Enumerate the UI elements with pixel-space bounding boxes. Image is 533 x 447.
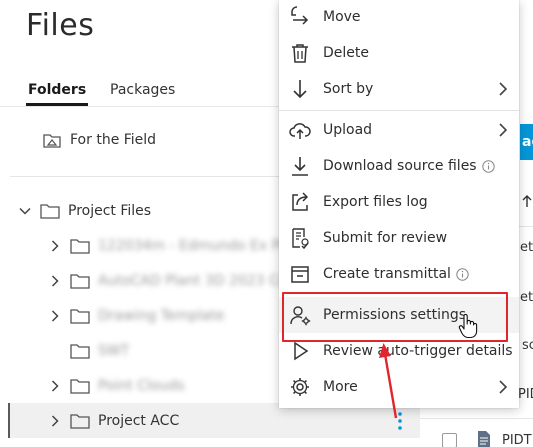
chevron-right-icon [499,82,508,96]
document-icon [478,431,490,447]
column-fragment: etr [520,290,533,305]
tree-item-label: Project ACC [98,412,180,429]
export-icon [292,192,309,211]
menu-item-label: Download source files [323,158,477,174]
chevron-right-icon [499,123,508,137]
page-title: Files [26,8,95,43]
tree-item-label: Drawing Template [98,307,225,324]
column-fragment: sc [522,338,533,353]
menu-item-delete[interactable]: Delete [279,35,519,71]
tree-item-project-acc[interactable]: Project ACC [8,403,420,438]
column-fragment: etr [520,240,533,255]
folder-icon [70,273,90,289]
gear-icon [291,378,309,396]
row-checkbox[interactable] [442,433,457,447]
column-fragment: PIDT [518,387,533,402]
review-icon [292,228,309,249]
for-the-field-label: For the Field [70,132,157,148]
menu-item-label: Export files log [323,194,428,210]
tree-item-label: AutoCAD Plant 3D 2023 Colle [98,272,304,289]
menu-item-label: Move [323,9,361,25]
row-divider [420,418,533,419]
folder-icon [70,343,90,359]
info-icon[interactable] [481,159,495,173]
chevron-right-icon[interactable] [48,379,62,393]
menu-item-label: Create transmittal [323,266,451,282]
folder-icon [70,308,90,324]
menu-item-label: Delete [323,45,369,61]
menu-item-create-transmittal[interactable]: Create transmittal [279,256,519,292]
for-the-field-item[interactable]: For the Field [42,128,156,152]
info-icon[interactable] [456,267,469,281]
chevron-down-icon[interactable] [18,204,32,218]
download-icon [292,157,308,176]
transmittal-icon [291,266,309,283]
trash-icon [292,44,308,63]
folder-icon [70,413,90,429]
menu-item-sort-by[interactable]: Sort by [279,71,519,107]
tree-item-label: 122034m - Edmundo Ex Pro [98,237,294,254]
menu-item-label: Upload [323,122,373,138]
menu-item-export-files-log[interactable]: Export files log [279,184,519,220]
file-name-fragment: PIDT [502,433,532,447]
menu-item-label: Submit for review [323,230,448,246]
menu-item-move[interactable]: Move [279,0,519,35]
tree-item-label: Project Files [68,202,152,219]
sort-arrow-icon[interactable] [521,194,533,208]
menu-divider [279,110,519,111]
red-annotation-arrow [379,343,398,419]
chevron-right-icon[interactable] [48,414,62,428]
hand-pointer-cursor-icon [458,313,478,339]
menu-item-label: Sort by [323,81,374,97]
field-folder-icon [43,134,61,148]
folder-icon [70,238,90,254]
tree-item-label: Point Clouds [98,377,185,394]
menu-item-download-source-files[interactable]: Download source files [279,148,519,184]
cloud-upload-icon [289,123,311,139]
chevron-right-icon [499,380,508,394]
chevron-right-icon[interactable] [48,274,62,288]
move-icon [291,6,309,25]
menu-item-label: More [323,379,358,395]
sort-arrow-icon [293,80,307,99]
upload-button[interactable]: ad [520,124,533,160]
menu-item-label: Review auto-trigger details [323,343,513,359]
chevron-right-icon[interactable] [48,309,62,323]
tree-item-label: SWT [98,342,130,359]
chevron-right-icon[interactable] [48,239,62,253]
folder-icon [40,203,60,219]
menu-item-upload[interactable]: Upload [279,112,519,148]
play-icon [294,341,309,361]
menu-item-submit-for-review[interactable]: Submit for review [279,220,519,256]
tab-packages[interactable]: Packages [110,82,175,106]
folder-icon [70,378,90,394]
